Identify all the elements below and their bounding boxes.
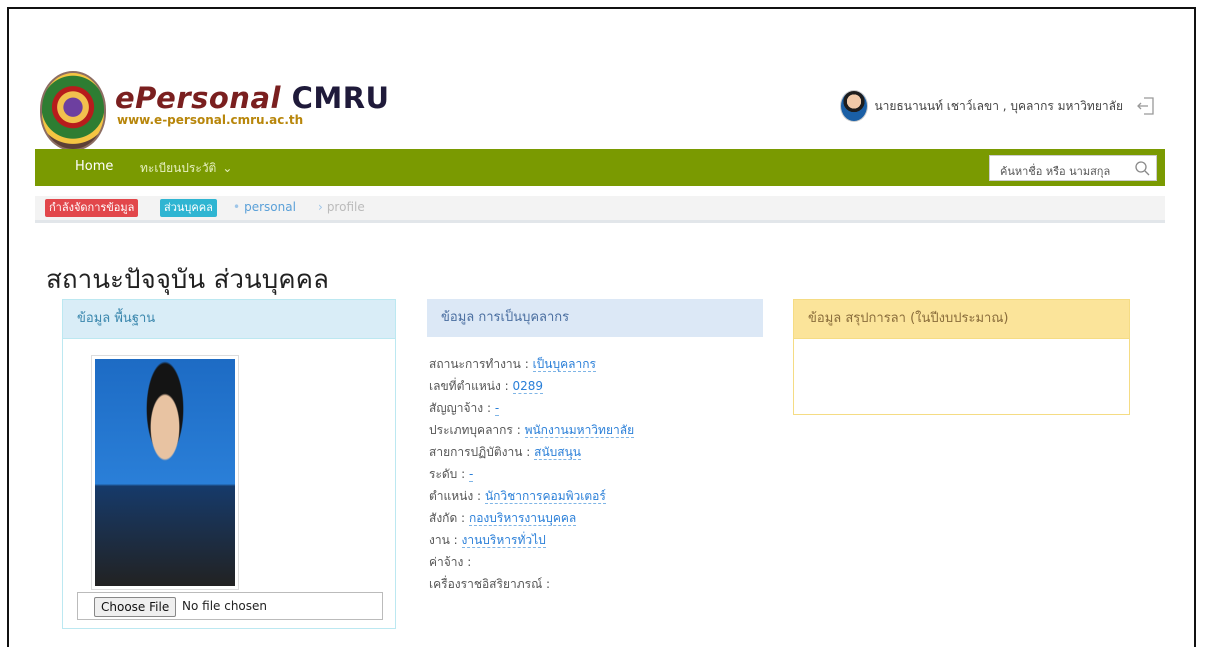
brand-url: www.e-personal.cmru.ac.th — [117, 113, 304, 127]
info-value[interactable]: 0289 — [512, 379, 544, 394]
nav-home[interactable]: Home — [75, 159, 113, 174]
profile-photo — [91, 355, 239, 590]
brand-title-primary: ePersonal — [115, 81, 281, 115]
info-value[interactable]: - — [469, 467, 474, 482]
nav-registry-menu[interactable]: ทะเบียนประวัติ ⌄ — [140, 159, 232, 178]
logout-icon[interactable] — [1135, 95, 1157, 117]
employment-info-row: สังกัด : กองบริหารงานบุคคล — [429, 509, 634, 531]
brand-title-secondary: CMRU — [291, 81, 390, 115]
info-label: ประเภทบุคลากร : — [429, 423, 521, 437]
info-label: เลขที่ตำแหน่ง : — [429, 379, 509, 393]
user-area: นายธนานนท์ เชาว์เลขา , บุคลากร มหาวิทยาล… — [840, 90, 1157, 122]
breadcrumb-current-label: profile — [326, 200, 365, 214]
info-value[interactable]: นักวิชาการคอมพิวเตอร์ — [484, 489, 606, 504]
breadcrumb-current: › profile — [318, 200, 365, 214]
breadcrumb-dot-icon: • — [233, 200, 241, 214]
badge-personal[interactable]: ส่วนบุคคล — [160, 199, 217, 217]
info-value[interactable]: สนับสนุน — [534, 445, 581, 460]
info-label: เครื่องราชอิสริยาภรณ์ : — [429, 577, 551, 591]
photo-file-input[interactable]: Choose File No file chosen — [77, 592, 383, 620]
info-label: สังกัด : — [429, 511, 466, 525]
chevron-down-icon: ⌄ — [222, 161, 233, 175]
info-label: งาน : — [429, 533, 458, 547]
info-label: ระดับ : — [429, 467, 466, 481]
info-label: สถานะการทำงาน : — [429, 357, 529, 371]
employment-info-row: สัญญาจ้าง : - — [429, 399, 634, 421]
breadcrumb-dot-icon: › — [318, 200, 323, 214]
avatar[interactable] — [840, 90, 869, 122]
header: ePersonal CMRU www.e-personal.cmru.ac.th… — [35, 69, 1165, 151]
info-value[interactable]: กองบริหารงานบุคคล — [468, 511, 577, 526]
nav-registry-label: ทะเบียนประวัติ — [140, 161, 217, 175]
info-value[interactable]: พนักงานมหาวิทยาลัย — [524, 423, 635, 438]
panel-basic-info: ข้อมูล พื้นฐาน Choose File No file chose… — [62, 299, 396, 629]
employment-info-row: ประเภทบุคลากร : พนักงานมหาวิทยาลัย — [429, 421, 635, 443]
screen-frame: ePersonal CMRU www.e-personal.cmru.ac.th… — [7, 7, 1196, 647]
breadcrumb: กำลังจัดการข้อมูล ส่วนบุคคล • personal › p… — [35, 196, 1165, 223]
profile-photo-image — [95, 359, 235, 586]
panel-employment-info: ข้อมูล การเป็นบุคลากร สถานะการทำงาน : เป… — [427, 299, 763, 629]
badge-manage-data[interactable]: กำลังจัดการข้อมูล — [45, 199, 139, 217]
info-label: ตำแหน่ง : — [429, 489, 482, 503]
brand-title[interactable]: ePersonal CMRU — [115, 81, 390, 115]
panel-basic-title: ข้อมูล พื้นฐาน — [63, 300, 395, 339]
employment-info-row: สถานะการทำงาน : เป็นบุคลากร — [429, 355, 634, 377]
employment-info-row: ค่าจ้าง : — [429, 553, 634, 575]
employment-info-row: เลขที่ตำแหน่ง : 0289 — [429, 377, 634, 399]
info-value[interactable]: งานบริหารทั่วไป — [461, 533, 546, 548]
panel-employment-title: ข้อมูล การเป็นบุคลากร — [427, 299, 763, 337]
breadcrumb-link-label: personal — [244, 200, 296, 214]
panel-leave-title: ข้อมูล สรุปการลา (ในปีงบประมาณ) — [794, 300, 1129, 339]
info-label: ค่าจ้าง : — [429, 555, 472, 569]
page: ePersonal CMRU www.e-personal.cmru.ac.th… — [9, 9, 1194, 649]
employment-info-row: สายการปฏิบัติงาน : สนับสนุน — [429, 443, 634, 465]
employment-info-row: ตำแหน่ง : นักวิชาการคอมพิวเตอร์ — [429, 487, 634, 509]
user-name[interactable]: นายธนานนท์ เชาว์เลขา , บุคลากร มหาวิทยาล… — [874, 97, 1123, 116]
info-label: สัญญาจ้าง : — [429, 401, 491, 415]
search-input[interactable]: ค้นหาชื่อ หรือ นามสกุล — [989, 155, 1157, 181]
employment-info-row: ระดับ : - — [429, 465, 634, 487]
search-placeholder: ค้นหาชื่อ หรือ นามสกุล — [1000, 165, 1111, 178]
university-seal-logo[interactable] — [40, 71, 106, 151]
info-label: สายการปฏิบัติงาน : — [429, 445, 531, 459]
info-value[interactable]: - — [494, 401, 500, 416]
file-status: No file chosen — [182, 599, 268, 613]
main-navbar: Home ทะเบียนประวัติ ⌄ ค้นหาชื่อ หรือ นามส… — [35, 149, 1165, 186]
employment-info-row: งาน : งานบริหารทั่วไป — [429, 531, 634, 553]
info-value[interactable]: เป็นบุคลากร — [532, 357, 596, 372]
choose-file-button[interactable]: Choose File — [94, 597, 177, 617]
search-icon[interactable] — [1134, 160, 1150, 176]
employment-info-list: สถานะการทำงาน : เป็นบุคลากร เลขที่ตำแหน่ง… — [429, 355, 635, 597]
breadcrumb-link-personal[interactable]: • personal — [233, 200, 296, 214]
page-title: สถานะปัจจุบัน ส่วนบุคคล — [46, 265, 329, 295]
employment-info-row: เครื่องราชอิสริยาภรณ์ : — [429, 575, 634, 597]
panel-leave-summary: ข้อมูล สรุปการลา (ในปีงบประมาณ) — [793, 299, 1130, 415]
